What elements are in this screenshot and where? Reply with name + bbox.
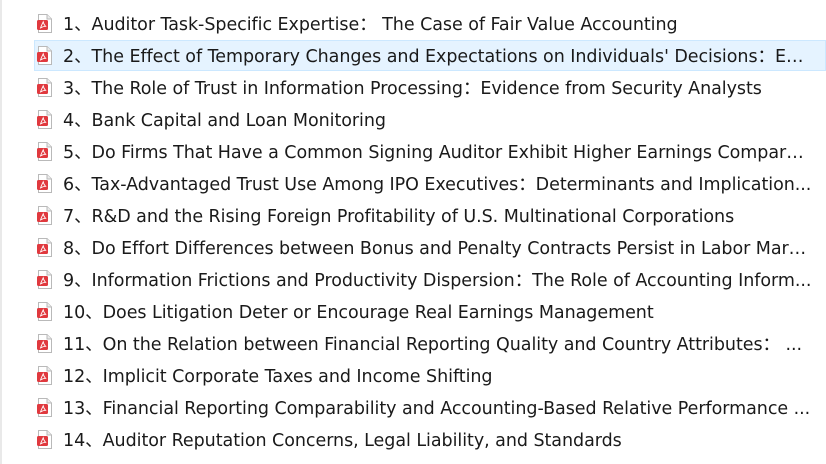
file-row[interactable]: 13、Financial Reporting Comparability and… xyxy=(34,392,826,423)
file-row[interactable]: 9、Information Frictions and Productivity… xyxy=(34,264,826,295)
file-name: 8、Do Effort Differences between Bonus an… xyxy=(63,239,813,259)
file-row[interactable]: 6、Tax-Advantaged Trust Use Among IPO Exe… xyxy=(34,168,826,199)
file-list: 1、Auditor Task-Specific Expertise： The C… xyxy=(34,8,826,456)
file-name: 9、Information Frictions and Productivity… xyxy=(63,271,812,291)
file-name: 1、Auditor Task-Specific Expertise： The C… xyxy=(63,15,678,35)
file-row[interactable]: 11、On the Relation between Financial Rep… xyxy=(34,328,826,359)
pdf-file-icon xyxy=(37,46,52,65)
file-name: 6、Tax-Advantaged Trust Use Among IPO Exe… xyxy=(63,175,812,195)
file-row[interactable]: 14、Auditor Reputation Concerns, Legal Li… xyxy=(34,424,826,455)
file-row[interactable]: 12、Implicit Corporate Taxes and Income S… xyxy=(34,360,826,391)
pdf-file-icon xyxy=(37,270,52,289)
pdf-file-icon xyxy=(37,430,52,449)
pdf-file-icon xyxy=(37,174,52,193)
file-row[interactable]: 8、Do Effort Differences between Bonus an… xyxy=(34,232,826,263)
pdf-file-icon xyxy=(37,398,52,417)
pdf-file-icon xyxy=(37,14,52,33)
file-row[interactable]: 4、Bank Capital and Loan Monitoring xyxy=(34,104,826,135)
pdf-file-icon xyxy=(37,238,52,257)
file-name: 13、Financial Reporting Comparability and… xyxy=(63,399,811,419)
pdf-file-icon xyxy=(37,142,52,161)
pdf-file-icon xyxy=(37,334,52,353)
file-name: 12、Implicit Corporate Taxes and Income S… xyxy=(63,367,493,387)
file-name: 3、The Role of Trust in Information Proce… xyxy=(63,79,762,99)
file-row[interactable]: 5、Do Firms That Have a Common Signing Au… xyxy=(34,136,826,167)
file-row[interactable]: 7、R&D and the Rising Foreign Profitabili… xyxy=(34,200,826,231)
file-row[interactable]: 10、Does Litigation Deter or Encourage Re… xyxy=(34,296,826,327)
file-name: 5、Do Firms That Have a Common Signing Au… xyxy=(63,143,813,163)
pdf-file-icon xyxy=(37,302,52,321)
file-row[interactable]: 2、The Effect of Temporary Changes and Ex… xyxy=(34,40,826,71)
file-row[interactable]: 3、The Role of Trust in Information Proce… xyxy=(34,72,826,103)
file-name: 7、R&D and the Rising Foreign Profitabili… xyxy=(63,207,735,227)
pdf-file-icon xyxy=(37,206,52,225)
file-name: 10、Does Litigation Deter or Encourage Re… xyxy=(63,303,654,323)
file-name: 14、Auditor Reputation Concerns, Legal Li… xyxy=(63,431,622,451)
pdf-file-icon xyxy=(37,110,52,129)
file-name: 11、On the Relation between Financial Rep… xyxy=(63,335,803,355)
pane-left-edge xyxy=(0,0,2,464)
pdf-file-icon xyxy=(37,366,52,385)
pdf-file-icon xyxy=(37,78,52,97)
file-name: 2、The Effect of Temporary Changes and Ex… xyxy=(63,47,813,67)
file-name: 4、Bank Capital and Loan Monitoring xyxy=(63,111,386,131)
file-row[interactable]: 1、Auditor Task-Specific Expertise： The C… xyxy=(34,8,826,39)
